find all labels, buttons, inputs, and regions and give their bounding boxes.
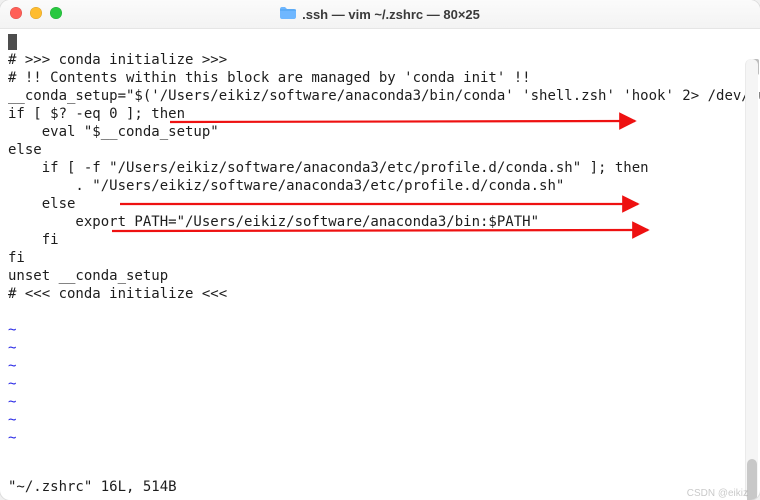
vim-tilde: ~	[8, 430, 16, 446]
vim-tilde: ~	[8, 412, 16, 428]
watermark: CSDN @eikiz	[687, 488, 748, 499]
vim-tilde: ~	[8, 376, 16, 392]
terminal-content[interactable]: # >>> conda initialize >>> # !! Contents…	[0, 29, 760, 500]
code-line: if [ -f "/Users/eikiz/software/anaconda3…	[8, 160, 649, 176]
code-line: # >>> conda initialize >>>	[8, 52, 227, 68]
vim-tilde: ~	[8, 358, 16, 374]
vim-tilde: ~	[8, 322, 16, 338]
code-line: . "/Users/eikiz/software/anaconda3/etc/p…	[8, 178, 564, 194]
code-line: eval "$__conda_setup"	[8, 124, 219, 140]
title-bar[interactable]: .ssh — vim ~/.zshrc — 80×25	[0, 0, 760, 29]
folder-icon	[280, 7, 296, 22]
window-title: .ssh — vim ~/.zshrc — 80×25	[280, 7, 480, 22]
vim-status-line: "~/.zshrc" 16L, 514B	[8, 479, 177, 495]
code-line: fi	[8, 232, 59, 248]
close-button[interactable]	[10, 7, 22, 19]
code-line: __conda_setup="$('/Users/eikiz/software/…	[8, 88, 760, 104]
scrollbar-track[interactable]	[745, 59, 758, 499]
traffic-lights	[10, 7, 62, 19]
scrollbar-thumb[interactable]	[747, 459, 757, 500]
minimize-button[interactable]	[30, 7, 42, 19]
code-line: else	[8, 196, 75, 212]
terminal-window: .ssh — vim ~/.zshrc — 80×25 # >>> conda …	[0, 0, 760, 500]
vim-tilde: ~	[8, 394, 16, 410]
code-line: export PATH="/Users/eikiz/software/anaco…	[8, 214, 539, 230]
code-line: fi	[8, 250, 25, 266]
window-title-text: .ssh — vim ~/.zshrc — 80×25	[302, 7, 480, 22]
code-line: else	[8, 142, 42, 158]
code-line: if [ $? -eq 0 ]; then	[8, 106, 185, 122]
cursor	[8, 34, 17, 50]
vim-tilde: ~	[8, 340, 16, 356]
code-line: # <<< conda initialize <<<	[8, 286, 227, 302]
code-line: # !! Contents within this block are mana…	[8, 70, 531, 86]
code-line: unset __conda_setup	[8, 268, 168, 284]
editor-area[interactable]: # >>> conda initialize >>> # !! Contents…	[0, 29, 760, 447]
zoom-button[interactable]	[50, 7, 62, 19]
